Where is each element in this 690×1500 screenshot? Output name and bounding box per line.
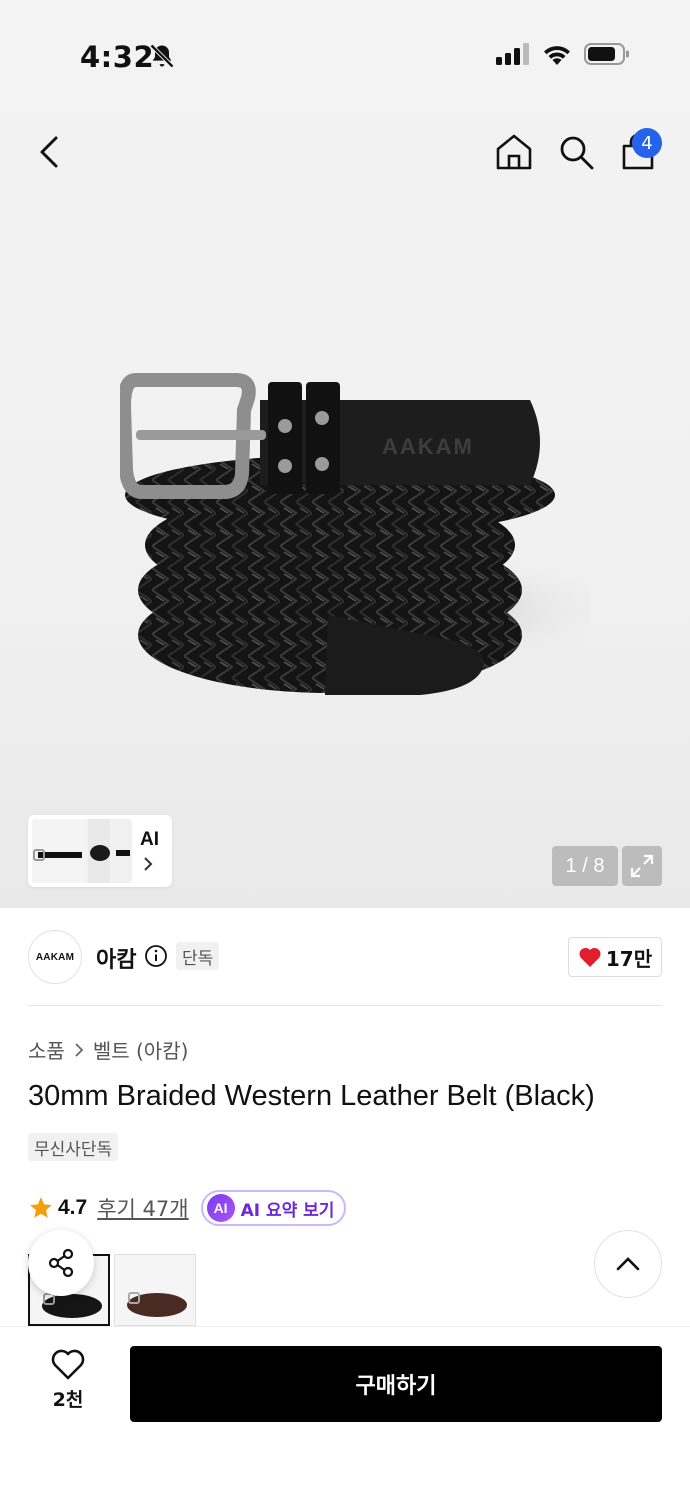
breadcrumb-item[interactable]: 소품 bbox=[28, 1035, 65, 1064]
share-icon bbox=[48, 1248, 74, 1278]
wifi-icon bbox=[544, 46, 570, 65]
rating-row: 4.7 후기 47개 AI AI 요약 보기 bbox=[28, 1190, 347, 1226]
fullscreen-button[interactable] bbox=[622, 846, 662, 886]
heart-outline-icon bbox=[51, 1349, 85, 1380]
chevron-right-icon bbox=[144, 857, 153, 871]
variant-brown[interactable] bbox=[114, 1254, 196, 1326]
heart-filled-icon bbox=[579, 947, 601, 967]
bell-slash-icon bbox=[150, 44, 174, 68]
product-title: 30mm Braided Western Leather Belt (Black… bbox=[28, 1080, 595, 1112]
rating-value: 4.7 bbox=[58, 1196, 88, 1219]
product-logo-emboss: AAKAM bbox=[382, 434, 474, 459]
top-nav: 4 bbox=[0, 120, 690, 184]
ai-summary-button[interactable]: AI AI 요약 보기 bbox=[200, 1190, 347, 1226]
chevron-up-icon bbox=[616, 1257, 640, 1271]
home-icon[interactable] bbox=[494, 132, 534, 172]
status-icons bbox=[496, 42, 630, 66]
product-image[interactable]: AAKAM bbox=[120, 370, 590, 720]
chevron-right-icon bbox=[75, 1042, 84, 1057]
ai-summary-label: AI 요약 보기 bbox=[240, 1200, 335, 1221]
brand-row: AAKAM 아캄 단독 17만 bbox=[28, 930, 662, 986]
share-button[interactable] bbox=[28, 1230, 94, 1296]
breadcrumb: 소품 벨트 (아캄) bbox=[28, 1035, 188, 1064]
back-chevron-icon[interactable] bbox=[30, 130, 70, 174]
brand-logo[interactable]: AAKAM bbox=[28, 930, 82, 984]
divider bbox=[28, 1005, 662, 1006]
gallery-thumbnail-card[interactable]: AI bbox=[28, 815, 172, 887]
wishlist-count: 2천 bbox=[52, 1389, 84, 1411]
color-variants bbox=[28, 1254, 662, 1326]
ai-badge-icon: AI bbox=[206, 1194, 235, 1222]
star-icon bbox=[30, 1197, 52, 1218]
buy-button[interactable]: 구매하기 bbox=[130, 1346, 662, 1422]
ai-thumb-label: AI bbox=[140, 829, 159, 850]
search-icon[interactable] bbox=[556, 132, 596, 172]
exclusive-badge: 단독 bbox=[176, 942, 220, 970]
cart-count-badge: 4 bbox=[632, 128, 662, 158]
breadcrumb-item[interactable]: 벨트 (아캄) bbox=[93, 1035, 189, 1064]
belt-thumb-image bbox=[32, 819, 132, 883]
scroll-top-button[interactable] bbox=[594, 1230, 662, 1298]
status-time: 4:32 bbox=[80, 40, 155, 74]
signal-icon bbox=[496, 43, 529, 65]
expand-icon bbox=[630, 854, 654, 878]
musinsa-exclusive-badge: 무신사단독 bbox=[28, 1133, 119, 1161]
wishlist-button[interactable]: 2천 bbox=[40, 1349, 96, 1419]
bottom-action-bar: 2천 구매하기 bbox=[0, 1326, 690, 1500]
brand-name[interactable]: 아캄 bbox=[96, 942, 136, 974]
brand-like-count: 17만 bbox=[605, 946, 653, 971]
info-icon[interactable] bbox=[144, 944, 168, 968]
gallery-page-indicator: 1 / 8 bbox=[552, 846, 618, 886]
brand-like-button[interactable]: 17만 bbox=[568, 937, 662, 977]
gallery-thumbnail[interactable] bbox=[32, 819, 132, 883]
variant-brown-image bbox=[127, 1292, 187, 1317]
reviews-link[interactable]: 후기 47개 bbox=[97, 1193, 188, 1223]
status-bar: 4:32 bbox=[0, 0, 690, 100]
product-gallery[interactable]: 4:32 4 AAKAM AI 1 / 8 bbox=[0, 0, 690, 908]
battery-icon bbox=[584, 43, 629, 65]
